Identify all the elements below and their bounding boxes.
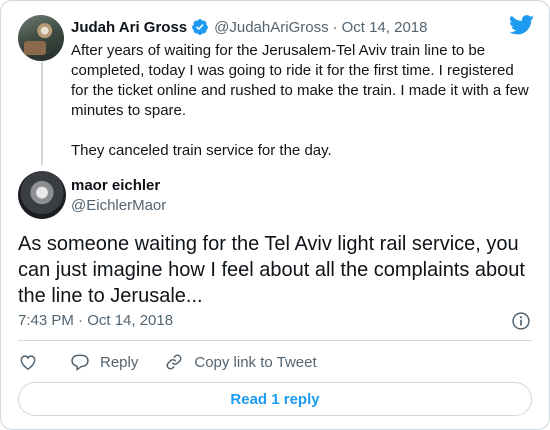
reply-label: Reply <box>100 353 139 371</box>
author-name[interactable]: Judah Ari Gross <box>71 19 187 36</box>
tweet-body: After years of waiting for the Jerusalem… <box>71 41 531 161</box>
reply-tweet-body: As someone waiting for the Tel Aviv ligh… <box>18 233 525 307</box>
tweet-header: Judah Ari Gross @JudahAriGross · Oct 14,… <box>71 18 427 36</box>
tweet-paragraph: They canceled train service for the day. <box>71 142 332 159</box>
copy-link-label: Copy link to Tweet <box>194 353 317 371</box>
action-bar: Reply Copy link to Tweet <box>18 352 317 372</box>
separator-dot: · <box>332 18 338 36</box>
tweet-embed-card: Judah Ari Gross @JudahAriGross · Oct 14,… <box>0 0 550 430</box>
reply-button[interactable]: Reply <box>70 352 138 372</box>
read-replies-button[interactable]: Read 1 reply <box>18 382 532 416</box>
info-icon[interactable] <box>511 311 531 331</box>
tweet-date[interactable]: Oct 14, 2018 <box>342 19 428 36</box>
reply-author-avatar[interactable] <box>18 171 66 219</box>
link-icon <box>166 354 182 370</box>
verified-badge-icon <box>192 19 209 35</box>
author-handle[interactable]: @JudahAriGross <box>214 19 328 36</box>
like-button[interactable] <box>18 352 38 372</box>
author-avatar[interactable] <box>18 15 64 61</box>
tweet-timestamp[interactable]: 7:43 PM · Oct 14, 2018 <box>18 312 173 329</box>
heart-icon <box>20 355 36 370</box>
reply-author-handle[interactable]: @EichlerMaor <box>71 197 166 214</box>
reply-author-name[interactable]: maor eichler <box>71 177 160 194</box>
copy-link-button[interactable]: Copy link to Tweet <box>164 352 317 372</box>
reply-icon <box>71 354 89 371</box>
tweet-paragraph: After years of waiting for the Jerusalem… <box>71 42 529 119</box>
thread-connector-line <box>41 61 43 165</box>
twitter-logo-icon[interactable] <box>510 15 534 35</box>
divider <box>18 340 532 341</box>
